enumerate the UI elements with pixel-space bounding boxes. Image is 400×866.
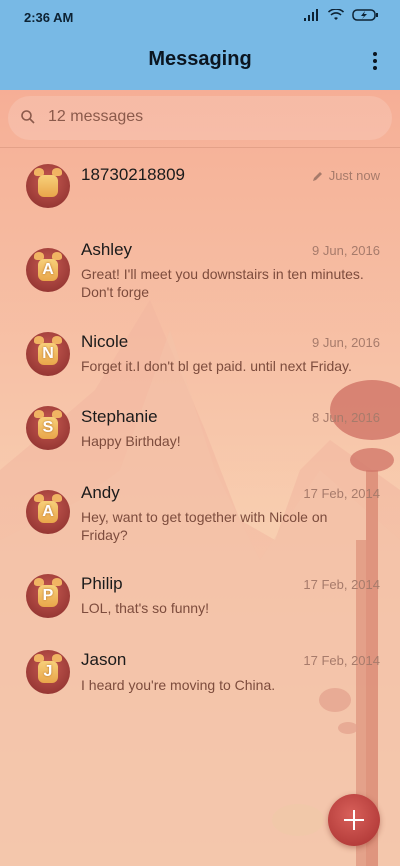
- conversation-preview: Happy Birthday!: [81, 433, 181, 449]
- conversation-item[interactable]: A Ashley 9 Jun, 2016 Great! I'll meet yo…: [0, 222, 400, 312]
- conversation-name: Philip: [81, 574, 123, 593]
- avatar: A: [26, 490, 70, 534]
- conversation-preview: I heard you're moving to China.: [81, 677, 276, 693]
- search-input[interactable]: 12 messages: [48, 108, 143, 126]
- conversation-date: 9 Jun, 2016: [312, 335, 380, 350]
- signal-icon: [304, 9, 318, 21]
- conversation-item[interactable]: 18730218809 Just now: [0, 150, 400, 222]
- divider: [0, 147, 400, 148]
- avatar: N: [26, 332, 70, 376]
- avatar-letter: [38, 175, 58, 197]
- avatar: A: [26, 248, 70, 292]
- avatar-letter: A: [38, 259, 58, 281]
- new-message-button[interactable]: [328, 794, 380, 846]
- conversation-item[interactable]: N Nicole 9 Jun, 2016 Forget it.I don't b…: [0, 312, 400, 390]
- app-header: Messaging: [0, 34, 400, 90]
- conversation-name: Nicole: [81, 332, 129, 351]
- avatar: J: [26, 650, 70, 694]
- plus-icon: [344, 810, 364, 830]
- avatar: P: [26, 574, 70, 618]
- avatar-letter: N: [38, 343, 58, 365]
- page-title: Messaging: [148, 48, 252, 70]
- conversation-preview: Great! I'll meet you downstairs in ten m…: [81, 266, 364, 300]
- conversation-preview: Forget it.I don't bl get paid. until nex…: [81, 358, 352, 374]
- avatar-letter: J: [38, 661, 58, 683]
- avatar-letter: S: [38, 417, 58, 439]
- status-icons: [304, 9, 378, 21]
- conversation-name: 18730218809: [81, 165, 186, 184]
- battery-icon: [352, 9, 378, 21]
- avatar: S: [26, 406, 70, 450]
- more-options-button[interactable]: [370, 48, 380, 74]
- search-icon: [20, 109, 36, 130]
- conversation-name: Jason: [81, 650, 127, 669]
- conversation-item[interactable]: J Jason 17 Feb, 2014 I heard you're movi…: [0, 632, 400, 708]
- wifi-icon: [328, 9, 344, 20]
- avatar-letter: P: [38, 585, 58, 607]
- conversation-date: 9 Jun, 2016: [312, 243, 380, 258]
- conversation-name: Ashley: [81, 240, 133, 259]
- conversation-date: Just now: [312, 168, 380, 183]
- conversation-date: 8 Jun, 2016: [312, 410, 380, 425]
- avatar: [26, 164, 70, 208]
- conversation-item[interactable]: P Philip 17 Feb, 2014 LOL, that's so fun…: [0, 556, 400, 632]
- draft-pencil-icon: [312, 172, 322, 182]
- conversation-name: Andy: [81, 483, 120, 502]
- status-time: 2:36 AM: [24, 10, 74, 25]
- conversation-date-text: Just now: [328, 168, 380, 183]
- conversation-date: 17 Feb, 2014: [303, 486, 380, 501]
- conversation-preview: Hey, want to get together with Nicole on…: [81, 509, 328, 543]
- conversation-date: 17 Feb, 2014: [303, 653, 380, 668]
- conversation-item[interactable]: S Stephanie 8 Jun, 2016 Happy Birthday!: [0, 390, 400, 466]
- conversation-name: Stephanie: [81, 407, 158, 426]
- search-bar[interactable]: 12 messages: [8, 96, 392, 140]
- status-bar: 2:36 AM: [0, 0, 400, 34]
- avatar-letter: A: [38, 501, 58, 523]
- conversation-item[interactable]: A Andy 17 Feb, 2014 Hey, want to get tog…: [0, 466, 400, 556]
- more-vert-icon: [373, 52, 377, 70]
- conversation-date: 17 Feb, 2014: [303, 577, 380, 592]
- conversation-preview: LOL, that's so funny!: [81, 600, 209, 616]
